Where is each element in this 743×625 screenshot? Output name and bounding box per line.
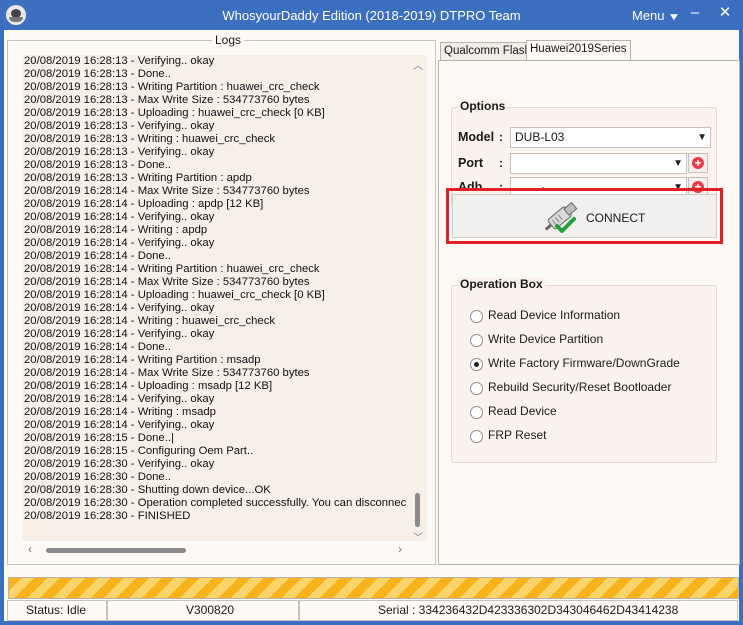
vertical-scroll-thumb[interactable]	[415, 493, 420, 527]
log-line: 20/08/2019 16:28:15 - Done..|	[24, 432, 174, 444]
port-label: Port	[458, 156, 483, 170]
model-label: Model	[458, 130, 495, 144]
log-line: 20/08/2019 16:28:14 - Verifying.. okay	[24, 211, 215, 223]
serial-cell: Serial : 334236432D423336302D343046462D4…	[299, 600, 738, 621]
log-line: 20/08/2019 16:28:13 - Verifying.. okay	[24, 55, 215, 67]
chevron-down-icon: ▼	[673, 158, 683, 169]
radio-button[interactable]	[470, 406, 483, 419]
log-line: 20/08/2019 16:28:13 - Done..	[24, 68, 171, 80]
log-line: 20/08/2019 16:28:13 - Writing Partition …	[24, 81, 320, 93]
port-colon: :	[499, 156, 503, 170]
version-text: V300820	[186, 603, 235, 617]
version-cell: V300820	[107, 600, 299, 621]
log-line: 20/08/2019 16:28:14 - Done..	[24, 341, 171, 353]
log-line: 20/08/2019 16:28:14 - Writing : apdp	[24, 224, 208, 236]
status-text: Status: Idle	[26, 603, 87, 617]
scroll-up-icon[interactable]: ︿	[413, 57, 423, 72]
log-line: 20/08/2019 16:28:14 - Done..	[24, 250, 171, 262]
log-text: 20/08/2019 16:28:13 - Verifying.. okay 20…	[24, 55, 406, 535]
radio-button[interactable]	[470, 382, 483, 395]
operation-option-label: Write Factory Firmware/DownGrade	[488, 356, 680, 370]
scroll-right-icon[interactable]: ›	[398, 542, 402, 556]
log-line: 20/08/2019 16:28:14 - Verifying.. okay	[24, 302, 215, 314]
log-line: 20/08/2019 16:28:13 - Done..	[24, 159, 171, 171]
logs-vertical-scrollbar[interactable]: ︿ ﹀	[411, 55, 425, 544]
port-add-button[interactable]: +	[688, 153, 708, 173]
status-bar: Status: Idle V300820 Serial : 334236432D…	[7, 600, 738, 621]
radio-button[interactable]	[470, 334, 483, 347]
log-line: 20/08/2019 16:28:13 - Verifying.. okay	[24, 146, 215, 158]
radio-button[interactable]	[470, 358, 483, 371]
port-select[interactable]: ▼	[510, 153, 687, 174]
status-cell: Status: Idle	[7, 600, 107, 621]
log-line: 20/08/2019 16:28:14 - Writing Partition …	[24, 263, 320, 275]
operation-box-title: Operation Box	[458, 277, 545, 291]
log-line: 20/08/2019 16:28:14 - Verifying.. okay	[24, 237, 215, 249]
menu-button[interactable]: Menu ▼	[632, 8, 680, 23]
log-line: 20/08/2019 16:28:13 - Writing Partition …	[24, 172, 252, 184]
log-line: 20/08/2019 16:28:14 - Max Write Size : 5…	[24, 185, 310, 197]
logs-panel: Logs 20/08/2019 16:28:13 - Verifying.. o…	[7, 33, 436, 565]
log-line: 20/08/2019 16:28:14 - Verifying.. okay	[24, 393, 215, 405]
log-line: 20/08/2019 16:28:30 - Operation complete…	[24, 497, 406, 509]
log-line: 20/08/2019 16:28:13 - Writing : huawei_c…	[24, 133, 275, 145]
operation-option-label: Rebuild Security/Reset Bootloader	[488, 380, 672, 394]
log-line: 20/08/2019 16:28:30 - Verifying.. okay	[24, 458, 215, 470]
log-line: 20/08/2019 16:28:14 - Verifying.. okay	[24, 328, 215, 340]
log-line: 20/08/2019 16:28:30 - FINISHED	[24, 510, 191, 522]
log-line: 20/08/2019 16:28:30 - Shutting down devi…	[24, 484, 271, 496]
menu-label: Menu	[632, 8, 665, 23]
log-line: 20/08/2019 16:28:14 - Uploading : msadp …	[24, 380, 273, 392]
model-colon: :	[499, 130, 503, 144]
minimize-button[interactable]: –	[682, 3, 708, 25]
log-line: 20/08/2019 16:28:14 - Uploading : apdp […	[24, 198, 264, 210]
log-line: 20/08/2019 16:28:30 - Done..	[24, 471, 171, 483]
logs-legend: Logs	[212, 33, 245, 47]
log-line: 20/08/2019 16:28:14 - Verifying.. okay	[24, 419, 215, 431]
connect-button[interactable]: CONNECT	[452, 194, 717, 238]
horizontal-scroll-thumb[interactable]	[46, 548, 186, 553]
connect-label: CONNECT	[586, 211, 646, 225]
radio-button[interactable]	[470, 430, 483, 443]
options-title: Options	[458, 99, 508, 113]
chevron-down-icon: ▼	[667, 12, 680, 23]
model-value: DUB-L03	[515, 130, 565, 144]
tab-huawei2019series[interactable]: Huawei2019Series	[526, 40, 631, 61]
close-button[interactable]: ✕	[712, 3, 738, 25]
operation-option-label: Read Device Information	[488, 308, 621, 322]
operation-option-label: FRP Reset	[488, 428, 547, 442]
progress-bar	[8, 577, 739, 599]
log-line: 20/08/2019 16:28:14 - Writing : huawei_c…	[24, 315, 275, 327]
log-line: 20/08/2019 16:28:14 - Writing Partition …	[24, 354, 261, 366]
connect-highlight: CONNECT	[446, 188, 723, 244]
log-line: 20/08/2019 16:28:14 - Writing : msadp	[24, 406, 216, 418]
logs-textbox[interactable]: 20/08/2019 16:28:13 - Verifying.. okay 20…	[22, 55, 427, 544]
serial-text: Serial : 334236432D423336302D343046462D4…	[378, 603, 679, 617]
log-line: 20/08/2019 16:28:13 - Uploading : huawei…	[24, 107, 325, 119]
log-line: 20/08/2019 16:28:14 - Max Write Size : 5…	[24, 276, 310, 288]
log-line: 20/08/2019 16:28:13 - Verifying.. okay	[24, 120, 215, 132]
radio-button[interactable]	[470, 310, 483, 323]
plus-icon: +	[692, 157, 704, 169]
operation-option-label: Read Device	[488, 404, 557, 418]
operation-option-label: Write Device Partition	[488, 332, 604, 346]
log-line: 20/08/2019 16:28:14 - Uploading : huawei…	[24, 289, 325, 301]
usb-connect-icon	[544, 201, 578, 233]
log-line: 20/08/2019 16:28:13 - Max Write Size : 5…	[24, 94, 310, 106]
tab-qualcomm-flash[interactable]: Qualcomm Flash	[440, 42, 531, 62]
logs-horizontal-scrollbar[interactable]: ‹ ›	[22, 541, 427, 557]
title-bar: WhosyourDaddy Edition (2018-2019) DTPRO …	[0, 0, 743, 30]
log-line: 20/08/2019 16:28:14 - Max Write Size : 5…	[24, 367, 310, 379]
main-window: Logs 20/08/2019 16:28:13 - Verifying.. o…	[4, 30, 740, 621]
huawei-tab-panel: Options Model : DUB-L03 ▼ Port : ▼ + Adb…	[438, 60, 740, 565]
scroll-left-icon[interactable]: ‹	[28, 542, 32, 556]
operation-box-group: Operation Box Read Device Information Wri…	[451, 277, 717, 463]
model-select[interactable]: DUB-L03 ▼	[510, 127, 711, 148]
chevron-down-icon: ▼	[697, 132, 707, 143]
log-line: 20/08/2019 16:28:15 - Configuring Oem Pa…	[24, 445, 254, 457]
